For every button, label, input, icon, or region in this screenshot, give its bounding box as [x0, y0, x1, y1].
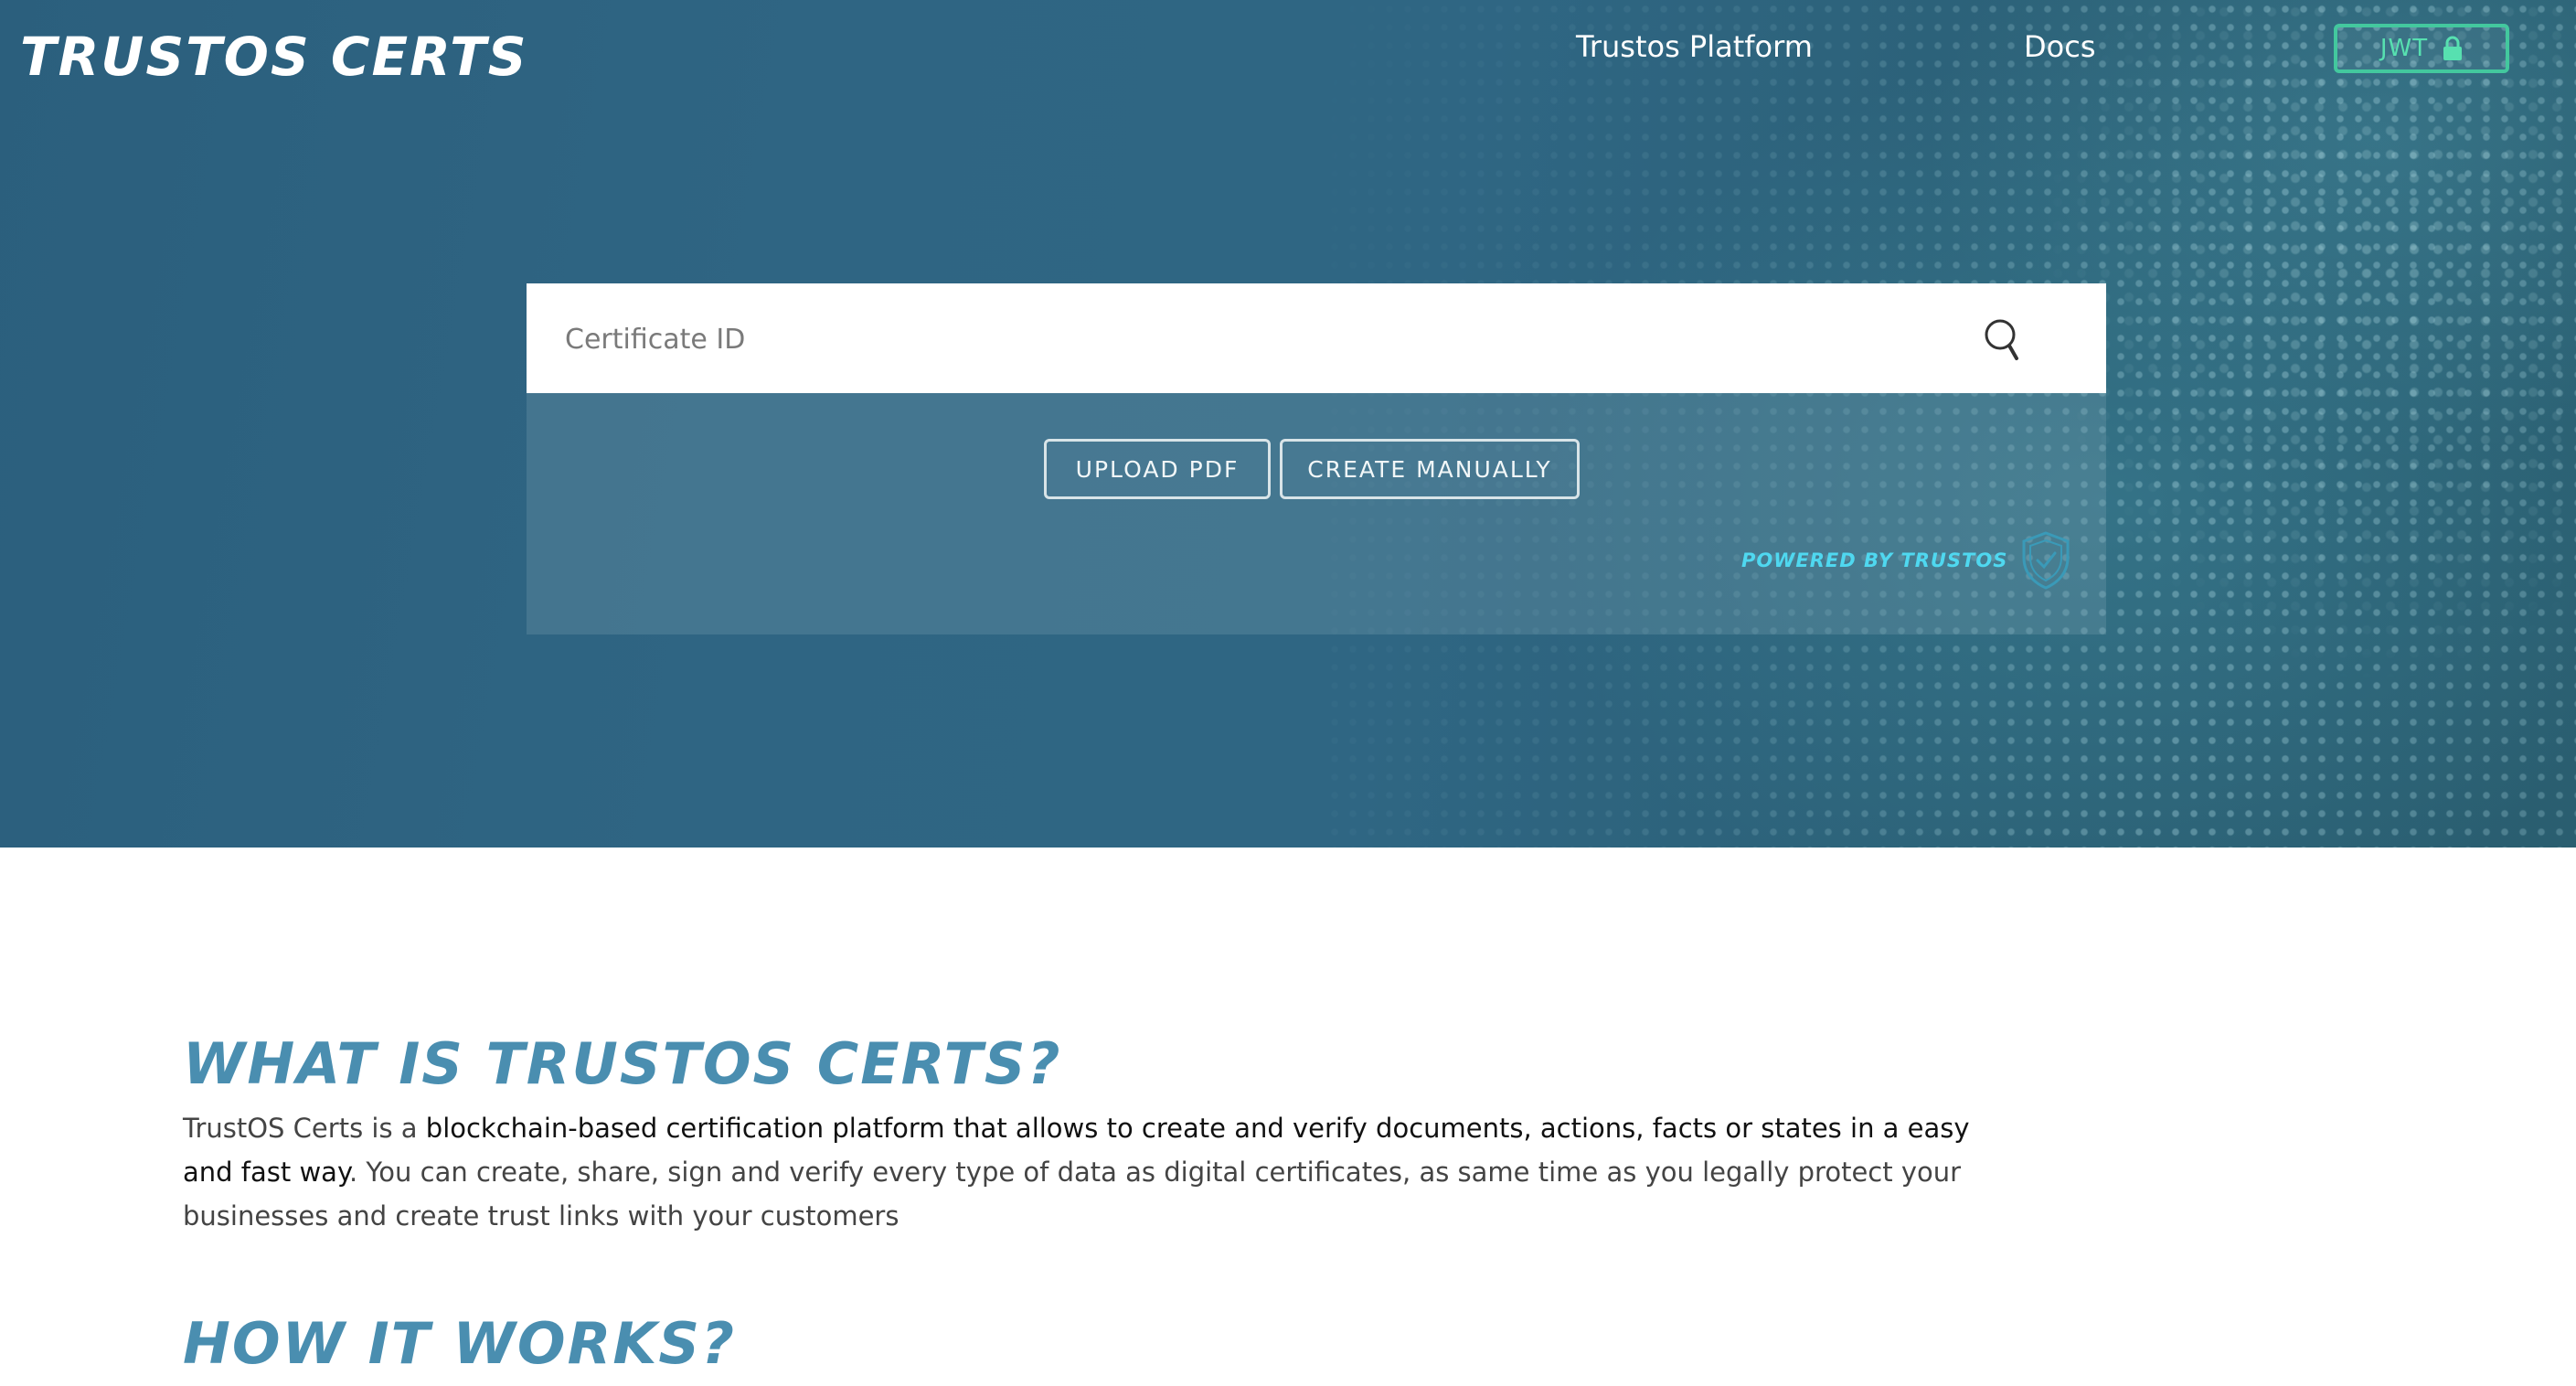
jwt-button-label: JWT — [2379, 35, 2429, 62]
powered-by-badge[interactable]: POWERED BY TRUSTOS — [1741, 530, 2071, 591]
about-intro: TrustOS Certs is a — [183, 1113, 426, 1144]
certificate-id-input[interactable] — [563, 283, 1938, 395]
about-description: TrustOS Certs is a blockchain-based cert… — [183, 1106, 2011, 1238]
powered-by-label: POWERED BY TRUSTOS — [1741, 549, 2008, 571]
search-bar — [527, 283, 2106, 395]
nav-link-docs[interactable]: Docs — [2024, 24, 2095, 69]
jwt-button[interactable]: JWT — [2334, 24, 2509, 73]
nav-link-trustos-platform[interactable]: Trustos Platform — [1576, 24, 1813, 69]
upload-pdf-button[interactable]: UPLOAD PDF — [1044, 439, 1271, 499]
search-icon[interactable] — [1982, 316, 2022, 362]
site-logo[interactable]: TRUSTOS CERTS — [20, 20, 528, 93]
lock-icon — [2443, 36, 2463, 60]
section-title-how-it-works: HOW IT WORKS? — [183, 1310, 737, 1377]
about-rest: . You can create, share, sign and verify… — [183, 1157, 1962, 1231]
section-title-what-is: WHAT IS TRUSTOS CERTS? — [183, 1030, 1062, 1097]
shield-check-icon — [2022, 531, 2070, 590]
create-manually-button[interactable]: CREATE MANUALLY — [1280, 439, 1580, 499]
